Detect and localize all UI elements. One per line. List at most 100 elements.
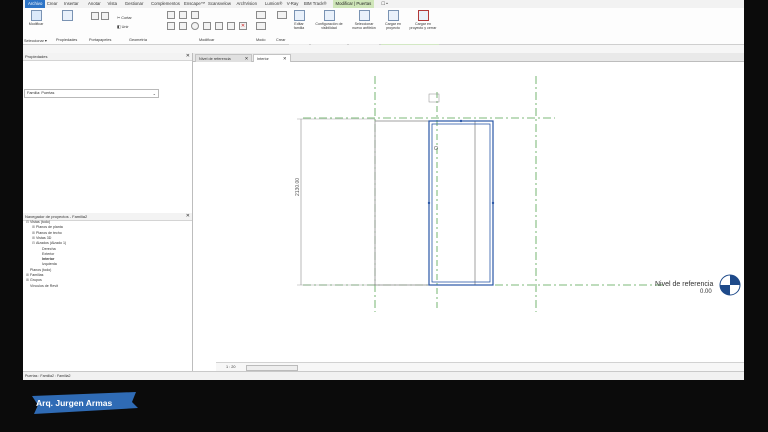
tree-item[interactable]: Planos (todo): [26, 268, 51, 273]
tree-item-label: Familias: [30, 273, 44, 277]
tree-item[interactable]: ⊞Planos de planta: [32, 225, 63, 230]
modify-label: Modificar: [28, 22, 44, 26]
view-tabs: Nivel de referencia ✕ Interior ✕: [193, 53, 744, 62]
view-tab[interactable]: Nivel de referencia ✕: [195, 54, 253, 62]
tree-item[interactable]: ⊟Vistas (todo): [26, 220, 50, 225]
project-browser-title: Navegador de proyectos - Familia2: [25, 214, 88, 219]
copy-element-icon[interactable]: [179, 22, 187, 30]
tree-item-label: Alzados (Alzado 1): [36, 241, 67, 246]
tree-item[interactable]: ⊞Grupos: [26, 278, 42, 283]
load-into-project-button[interactable]: Cargar en proyecto: [381, 10, 405, 30]
rotate-icon[interactable]: [191, 22, 199, 30]
ribbon-tab-13[interactable]: Modificar | Puertas: [332, 0, 375, 8]
view-tab-label: Interior: [257, 57, 269, 61]
properties-header: Propiedades ✕: [23, 53, 192, 61]
type-selector[interactable]: Familia: Puertas ⌄: [24, 89, 159, 98]
close-icon[interactable]: ✕: [245, 56, 249, 61]
properties-button[interactable]: [56, 10, 78, 22]
trim-icon[interactable]: [203, 22, 211, 30]
drawing-area[interactable]: 2130.00 Nivel de referencia 0.00: [193, 62, 744, 368]
pin-icon[interactable]: [227, 22, 235, 30]
tree-item[interactable]: ⊞Planos de techo: [32, 231, 62, 236]
properties-close-icon[interactable]: ✕: [186, 53, 190, 60]
level-value: 0.00: [700, 289, 712, 295]
selected-door-panel[interactable]: [427, 119, 495, 286]
load-into-project-label: Cargar en proyecto: [385, 22, 401, 30]
ribbon-tab-2[interactable]: Insertar: [64, 0, 79, 8]
ribbon-tab-10[interactable]: Lumion®: [265, 0, 282, 8]
tree-item-label: Planos de planta: [36, 225, 63, 230]
ribbon-tab-7[interactable]: Enscape™: [184, 0, 205, 8]
modify-button[interactable]: Modificar: [26, 10, 46, 26]
ribbon-tab-0[interactable]: Archivo: [25, 0, 46, 8]
line-icon[interactable]: [256, 22, 266, 30]
tree-item-label: Planos de techo: [36, 230, 62, 235]
ribbon-tab-1[interactable]: Crear: [47, 0, 58, 8]
edit-family-button[interactable]: Editar familia: [289, 10, 309, 30]
chevron-down-icon: ⌄: [152, 91, 156, 96]
status-text: Puertas : Familia2 : Familia2: [25, 374, 71, 378]
create-icon[interactable]: [277, 11, 287, 19]
offset-icon[interactable]: [179, 11, 187, 19]
cut-button[interactable]: ✂ Cortar: [117, 15, 132, 20]
ribbon-tab-11[interactable]: V-Ray: [287, 0, 299, 8]
split-icon[interactable]: [215, 22, 223, 30]
mirror-icon[interactable]: [191, 11, 199, 19]
join-button[interactable]: ◧ Unir: [117, 24, 129, 29]
close-icon[interactable]: ✕: [283, 56, 287, 61]
tree-item[interactable]: Derecha: [38, 247, 56, 252]
tree-item[interactable]: ⊟Alzados (Alzado 1): [32, 241, 66, 246]
tree-item[interactable]: Exterior: [38, 252, 54, 257]
ribbon-tab-5[interactable]: Gestionar: [125, 0, 144, 8]
align-icon[interactable]: [167, 11, 175, 19]
geometry-panel-label: Geometría: [129, 38, 147, 42]
create-panel-label: Crear: [276, 38, 286, 42]
load-and-close-button[interactable]: Cargar en proyecto y cerrar: [407, 10, 439, 30]
dimension-line: [297, 118, 375, 286]
ribbon: Modificar Seleccionar ▾ Propiedades Port…: [23, 8, 744, 50]
revit-window: Archivo Crear Insertar Anotar Vista Gestionar…: [23, 0, 744, 380]
tree-item[interactable]: Vínculos de Revit: [26, 284, 58, 289]
cut-label: Cortar: [121, 16, 132, 20]
ribbon-tab-8[interactable]: Scansvelow: [208, 0, 231, 8]
paste-icon[interactable]: [91, 12, 99, 20]
watermark-text: Arq. Jurgen Armas: [36, 398, 113, 408]
ribbon-tab-3[interactable]: Anotar: [88, 0, 101, 8]
visibility-settings-button[interactable]: Configuración de visibilidad: [311, 10, 347, 30]
wall-opening-outline: [374, 120, 476, 286]
view-scale[interactable]: 1 : 20: [226, 363, 236, 371]
ribbon-tab-6[interactable]: Complementos: [151, 0, 180, 8]
modify-panel-label: Modificar: [199, 38, 215, 42]
pick-new-host-label: Seleccionar nuevo anfitrión: [352, 22, 376, 30]
tree-item[interactable]: Izquierda: [38, 262, 57, 267]
visibility-settings-label: Configuración de visibilidad: [315, 22, 343, 30]
ribbon-tab-9[interactable]: ArchVision: [237, 0, 257, 8]
tree-item-label: Izquierda: [42, 262, 57, 267]
tree-item[interactable]: ⊞Familias: [26, 273, 43, 278]
left-pane: Propiedades ✕ Familia: Puertas ⌄ Navegad…: [23, 53, 193, 373]
properties-icon: [61, 10, 73, 21]
measure-icon[interactable]: [256, 11, 266, 19]
ribbon-tab-12[interactable]: BIM Track®: [304, 0, 327, 8]
ribbon-tab-14[interactable]: ☐ •: [381, 0, 388, 8]
project-browser-close-icon[interactable]: ✕: [186, 213, 190, 220]
tree-item[interactable]: ⊞Vistas 3D: [32, 236, 51, 241]
tree-item[interactable]: Interior: [38, 257, 54, 262]
copy-icon[interactable]: [101, 12, 109, 20]
load-icon: [387, 10, 399, 21]
pick-new-host-button[interactable]: Seleccionar nuevo anfitrión: [349, 10, 379, 30]
select-dropdown[interactable]: Seleccionar ▾: [24, 38, 47, 43]
ribbon-tab-4[interactable]: Vista: [108, 0, 117, 8]
cursor-icon: [30, 10, 42, 21]
dimension-text[interactable]: 2130.00: [295, 178, 301, 196]
view-tab-label: Nivel de referencia: [199, 57, 231, 61]
view-tab[interactable]: Interior ✕: [253, 54, 291, 62]
tree-item-label: Exterior: [42, 251, 55, 256]
move-icon[interactable]: [167, 22, 175, 30]
delete-icon[interactable]: ✕: [239, 22, 247, 30]
tree-item-label: Planos (todo): [30, 267, 52, 272]
watermark-banner: Arq. Jurgen Armas: [28, 390, 140, 416]
type-selector-value: Familia: Puertas: [27, 91, 55, 95]
load-and-close-label: Cargar en proyecto y cerrar: [409, 22, 437, 30]
tree-item-label: Vistas (todo): [30, 220, 51, 224]
